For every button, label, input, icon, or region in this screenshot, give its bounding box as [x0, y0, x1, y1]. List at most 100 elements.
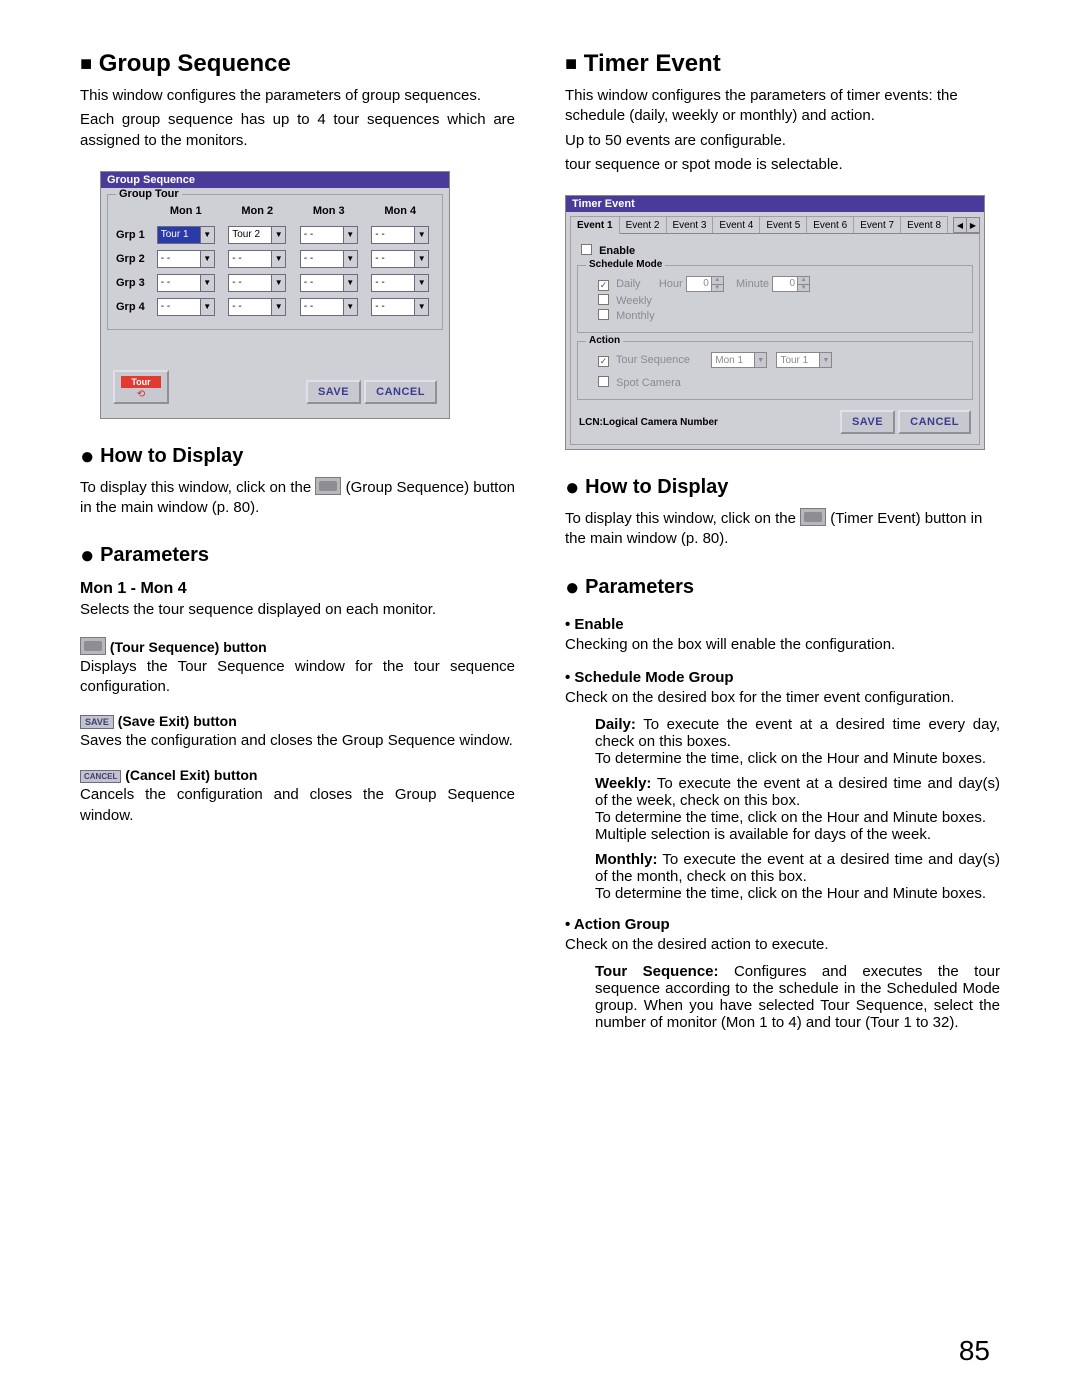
down-icon: ▼	[711, 284, 723, 291]
save-exit-button-label: SAVE (Save Exit) button	[80, 713, 515, 729]
tab-event5[interactable]: Event 5	[759, 216, 807, 233]
mon1-mon4-heading: Mon 1 - Mon 4	[80, 580, 515, 598]
gs-howto-text: To display this window, click on the (Gr…	[80, 477, 515, 519]
grp4-mon4-select[interactable]: - -▼	[371, 298, 429, 316]
grp4-mon2-select[interactable]: - -▼	[228, 298, 286, 316]
gs-howto-heading: ● How to Display	[80, 443, 515, 471]
grp4-mon3-select[interactable]: - -▼	[300, 298, 358, 316]
grp3-mon4-select[interactable]: - -▼	[371, 274, 429, 292]
left-column: ■ Group Sequence This window configures …	[80, 50, 515, 1039]
tab-event1[interactable]: Event 1	[570, 216, 620, 234]
enable-checkbox[interactable]	[581, 244, 592, 255]
te-params-heading: ● Parameters	[565, 574, 1000, 602]
grp2-mon3-select[interactable]: - -▼	[300, 250, 358, 268]
tab-event2[interactable]: Event 2	[619, 216, 667, 233]
tour-select[interactable]: Tour 1▼	[776, 352, 832, 368]
tour-button[interactable]: Tour ⟲	[113, 370, 169, 404]
dropdown-icon: ▼	[414, 227, 428, 243]
mon-select[interactable]: Mon 1▼	[711, 352, 767, 368]
grp2-mon4-select[interactable]: - -▼	[371, 250, 429, 268]
timer-event-window: Timer Event Event 1 Event 2 Event 3 Even…	[565, 195, 985, 450]
right-column: ■ Timer Event This window configures the…	[565, 50, 1000, 1039]
schedule-mode-legend: Schedule Mode	[586, 259, 665, 270]
grp2-mon1-select[interactable]: - -▼	[157, 250, 215, 268]
action-group-heading: • Action Group	[565, 916, 1000, 933]
tabs-scroll-right[interactable]: ▶	[966, 217, 980, 233]
gs-params-heading: ● Parameters	[80, 542, 515, 570]
spot-camera-checkbox[interactable]	[598, 376, 609, 387]
grp4-label: Grp 4	[114, 295, 150, 319]
enable-label: Enable	[599, 245, 635, 257]
te-cancel-button[interactable]: CANCEL	[898, 410, 971, 434]
grp1-label: Grp 1	[114, 223, 150, 247]
hour-input[interactable]: 0▲▼	[686, 276, 724, 292]
grp1-mon1-select[interactable]: Tour 1▼	[157, 226, 215, 244]
up-icon: ▲	[711, 277, 723, 284]
tab-event6[interactable]: Event 6	[806, 216, 854, 233]
grp3-mon1-select[interactable]: - -▼	[157, 274, 215, 292]
cancel-mini-icon: CANCEL	[80, 770, 121, 783]
schedule-mode-heading: • Schedule Mode Group	[565, 669, 1000, 686]
dropdown-icon: ▼	[754, 353, 766, 367]
grp2-label: Grp 2	[114, 247, 150, 271]
gs-intro-2: Each group sequence has up to 4 tour seq…	[80, 110, 515, 151]
tour-seq-button-text: Displays the Tour Sequence window for th…	[80, 657, 515, 698]
te-howto-text: To display this window, click on the (Ti…	[565, 508, 1000, 550]
schedule-mode-text: Check on the desired box for the timer e…	[565, 688, 1000, 708]
action-group-text: Check on the desired action to execute.	[565, 935, 1000, 955]
tour-cycle-icon: ⟲	[115, 389, 167, 400]
mon2-header: Mon 2	[222, 203, 294, 223]
dropdown-icon: ▼	[343, 227, 357, 243]
tab-event7[interactable]: Event 7	[853, 216, 901, 233]
dropdown-icon: ▼	[819, 353, 831, 367]
tour-sequence-label: Tour Sequence	[616, 354, 690, 366]
tour-sequence-desc: Tour Sequence: Configures and executes t…	[595, 963, 1000, 1031]
enable-param-text: Checking on the box will enable the conf…	[565, 635, 1000, 655]
monthly-checkbox[interactable]	[598, 309, 609, 320]
grp1-mon3-select[interactable]: - -▼	[300, 226, 358, 244]
cancel-exit-button-label: CANCEL (Cancel Exit) button	[80, 767, 515, 783]
tab-event4[interactable]: Event 4	[712, 216, 760, 233]
daily-checkbox[interactable]	[598, 280, 609, 291]
spot-camera-label: Spot Camera	[616, 377, 681, 389]
hour-label: Hour	[659, 278, 683, 290]
grp3-mon3-select[interactable]: - -▼	[300, 274, 358, 292]
mon4-header: Mon 4	[365, 203, 437, 223]
weekly-label: Weekly	[616, 295, 652, 307]
minute-input[interactable]: 0▲▼	[772, 276, 810, 292]
grp1-mon4-select[interactable]: - -▼	[371, 226, 429, 244]
grp3-mon2-select[interactable]: - -▼	[228, 274, 286, 292]
tour-sequence-icon	[80, 637, 106, 655]
mon1-header: Mon 1	[150, 203, 222, 223]
dropdown-icon: ▼	[200, 227, 214, 243]
tab-event8[interactable]: Event 8	[900, 216, 948, 233]
te-intro-3: tour sequence or spot mode is selectable…	[565, 155, 1000, 175]
timer-event-heading: ■ Timer Event	[565, 50, 1000, 78]
group-sequence-heading: ■ Group Sequence	[80, 50, 515, 78]
grp4-mon1-select[interactable]: - -▼	[157, 298, 215, 316]
tab-event3[interactable]: Event 3	[666, 216, 714, 233]
daily-desc: Daily: To execute the event at a desired…	[595, 716, 1000, 767]
grp2-mon2-select[interactable]: - -▼	[228, 250, 286, 268]
te-save-button[interactable]: SAVE	[840, 410, 895, 434]
tour-sequence-checkbox[interactable]	[598, 356, 609, 367]
monthly-desc: Monthly: To execute the event at a desir…	[595, 851, 1000, 902]
minute-label: Minute	[736, 278, 769, 290]
page-number: 85	[959, 1335, 990, 1367]
grp3-label: Grp 3	[114, 271, 150, 295]
save-mini-icon: SAVE	[80, 715, 114, 729]
lcn-label: LCN:Logical Camera Number	[579, 417, 718, 428]
enable-param-heading: • Enable	[565, 616, 1000, 633]
gs-save-button[interactable]: SAVE	[306, 380, 361, 404]
te-intro-1: This window configures the parameters of…	[565, 86, 1000, 127]
mon3-header: Mon 3	[293, 203, 365, 223]
gs-intro-1: This window configures the parameters of…	[80, 86, 515, 106]
timer-event-icon	[800, 508, 826, 526]
gs-cancel-button[interactable]: CANCEL	[364, 380, 437, 404]
weekly-desc: Weekly: To execute the event at a desire…	[595, 775, 1000, 843]
grp1-mon2-select[interactable]: Tour 2▼	[228, 226, 286, 244]
dropdown-icon: ▼	[271, 227, 285, 243]
weekly-checkbox[interactable]	[598, 294, 609, 305]
gs-window-title: Group Sequence	[101, 172, 449, 188]
tabs-scroll-left[interactable]: ◀	[953, 217, 967, 233]
